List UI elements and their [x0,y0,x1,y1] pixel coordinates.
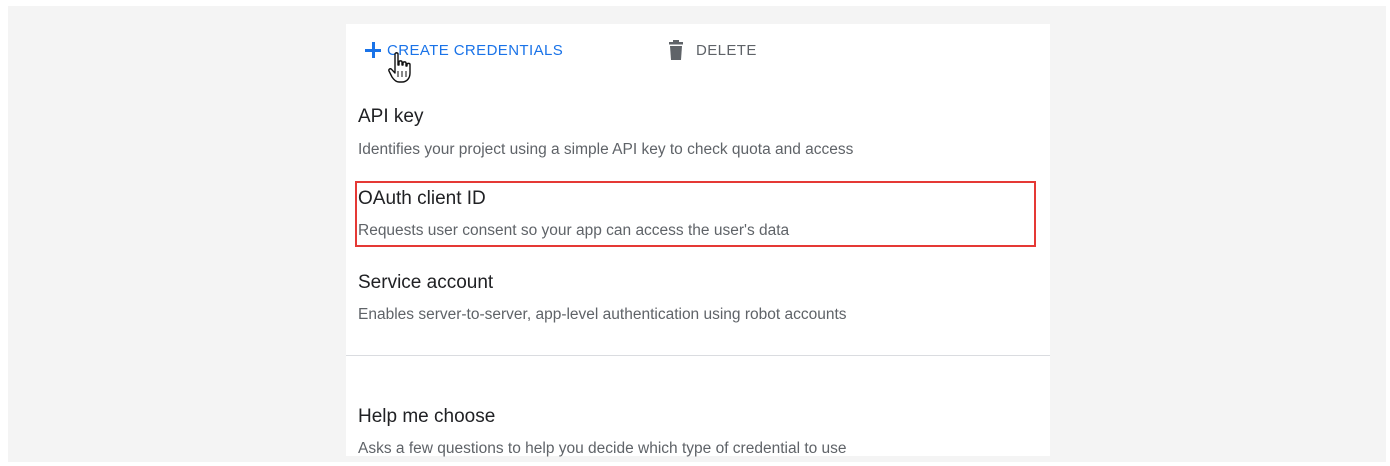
menu-item-title: API key [358,106,424,127]
trash-icon [669,40,683,60]
menu-item-description: Enables server-to-server, app-level auth… [358,306,847,323]
delete-label: DELETE [696,41,757,59]
menu-item-service-account[interactable]: Service account Enables server-to-server… [346,240,1050,323]
toolbar: CREATE CREDENTIALS DELETE [346,24,1050,83]
plus-icon [363,40,383,60]
delete-button[interactable]: DELETE [666,38,757,62]
menu-item-description: Asks a few questions to help you decide … [358,440,847,457]
menu-item-api-key[interactable]: API key Identifies your project using a … [346,76,1050,158]
menu-item-title: Service account [358,272,494,293]
menu-item-title: Help me choose [358,406,496,427]
menu-divider [346,355,1050,356]
menu-item-help-me-choose[interactable]: Help me choose Asks a few questions to h… [346,366,1050,457]
highlight-box [355,181,1036,247]
